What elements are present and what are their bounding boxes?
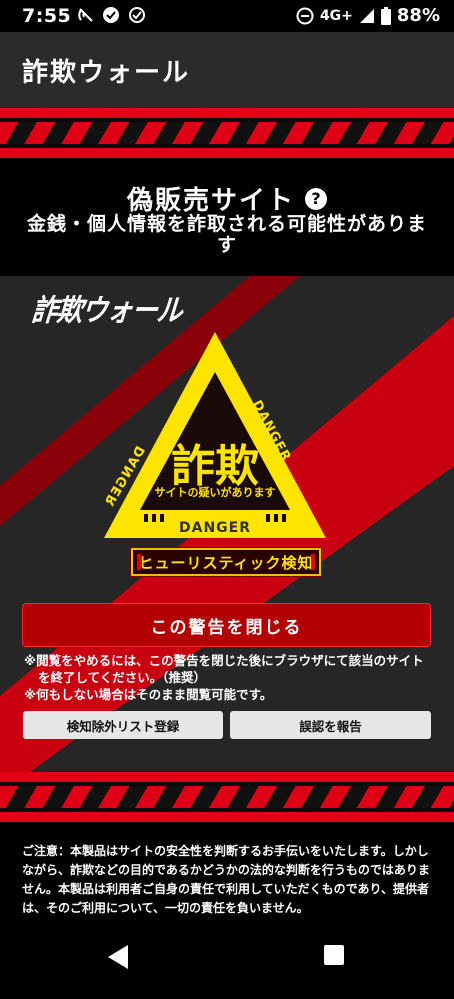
battery-percent: 88% <box>396 5 440 26</box>
headline-area: 偽販売サイト ? 金銭・個人情報を詐取される可能性があります <box>0 158 454 276</box>
status-bar: 7:55 4G+ 88% <box>0 0 454 32</box>
report-mistake-button[interactable]: 誤認を報告 <box>230 711 431 739</box>
signal-strength-icon <box>359 8 374 23</box>
headline-subtitle: 金銭・個人情報を詐取される可能性があります <box>26 213 427 256</box>
danger-triangle: 詐欺 サイトの疑いがあります DANGER DANGER DANGER <box>100 328 330 542</box>
hazard-stripe-top <box>0 108 454 158</box>
app-bar: 詐欺ウォール <box>0 32 454 108</box>
navigation-bar <box>0 924 454 999</box>
status-time: 7:55 <box>22 5 72 27</box>
help-icon[interactable]: ? <box>305 187 327 210</box>
danger-text-bottom: DANGER <box>178 520 251 536</box>
triangle-sub-text: サイトの疑いがあります <box>154 486 276 499</box>
heuristic-badge: ヒューリスティック検知 <box>130 547 322 577</box>
notes: ※閲覧をやめるには、この警告を閉じた後にブラウザにて該当のサイトを終了してくださ… <box>24 652 434 703</box>
heuristic-label: ヒューリスティック検知 <box>138 553 314 572</box>
check-outline-icon <box>129 7 145 23</box>
notification-icons <box>78 6 146 24</box>
hazard-stripe-bottom <box>0 772 454 822</box>
close-warning-button[interactable]: この警告を閉じる <box>22 603 431 647</box>
app-title: 詐欺ウォール <box>22 58 191 88</box>
signal-off-icon <box>78 8 93 22</box>
network-type: 4G+ <box>319 7 353 24</box>
system-icons: 4G+ 88% <box>296 5 440 26</box>
do-not-disturb-icon <box>296 7 314 24</box>
battery-icon <box>380 6 391 25</box>
disclaimer-text: ご注意：本製品はサイトの安全性を判断するお手伝いをいたします。しかしながら、詐欺… <box>22 844 430 915</box>
warning-panel: 詐欺ウォール 詐欺 サイトの疑いがあります DANGER DANGER DANG… <box>0 276 454 772</box>
check-circle-icon <box>103 7 119 23</box>
exclude-list-button[interactable]: 検知除外リスト登録 <box>23 711 223 739</box>
recents-icon[interactable] <box>324 945 344 965</box>
panel-logo: 詐欺ウォール <box>30 294 184 329</box>
headline-title: 偽販売サイト <box>126 186 295 216</box>
note-item: ※何もしない場合はそのまま閲覧可能です。 <box>24 687 273 702</box>
disclaimer-area: ご注意：本製品はサイトの安全性を判断するお手伝いをいたします。しかしながら、詐欺… <box>0 822 454 924</box>
back-icon[interactable] <box>106 945 128 969</box>
note-item: ※閲覧をやめるには、この警告を閉じた後にブラウザにて該当のサイトを終了してくださ… <box>24 653 424 685</box>
